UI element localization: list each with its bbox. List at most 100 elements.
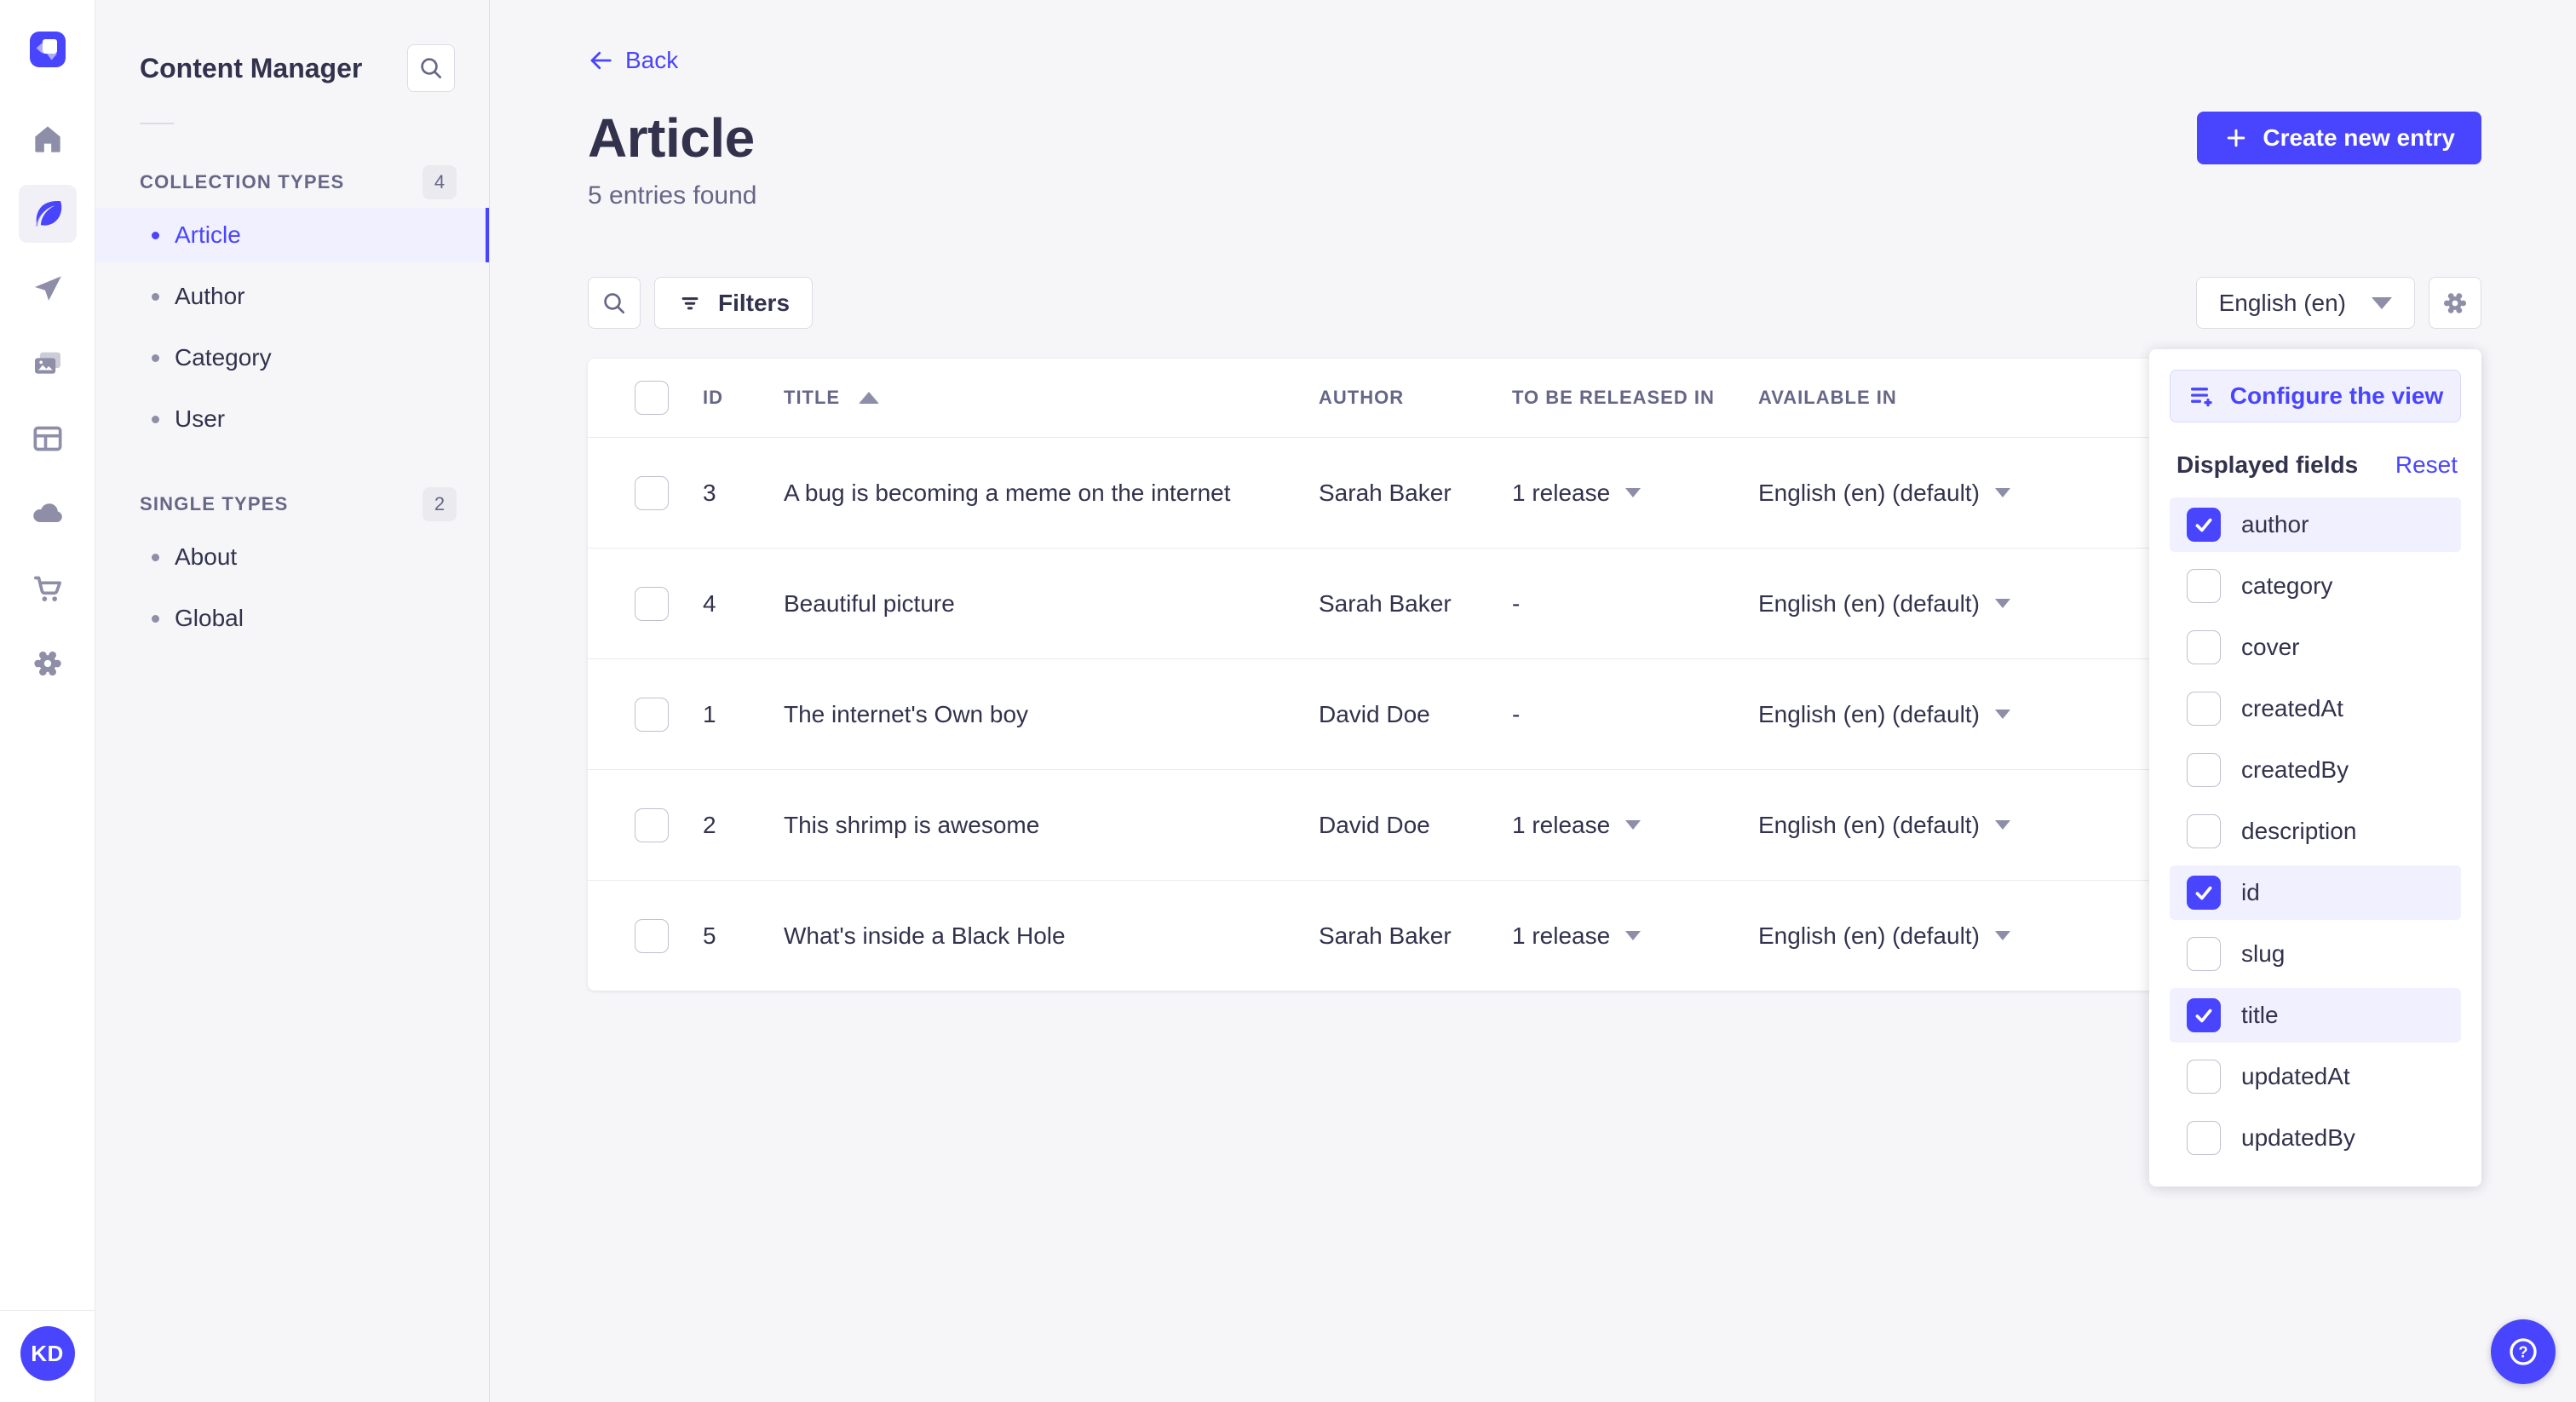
column-header-released[interactable]: TO BE RELEASED IN (1512, 387, 1758, 409)
row-checkbox[interactable] (635, 697, 669, 732)
column-header-id[interactable]: ID (703, 387, 784, 409)
field-option-updatedAt[interactable]: updatedAt (2170, 1049, 2461, 1104)
sidebar-search-button[interactable] (407, 44, 455, 92)
view-settings-button[interactable] (2429, 277, 2481, 329)
sidebar-item-category[interactable]: Category (95, 330, 489, 385)
create-entry-button[interactable]: Create new entry (2197, 112, 2481, 164)
field-option-cover[interactable]: cover (2170, 620, 2461, 675)
help-button[interactable]: ? (2491, 1319, 2556, 1384)
checkbox-icon[interactable] (2187, 998, 2221, 1032)
plus-icon (2228, 129, 2245, 147)
cell-author: Sarah Baker (1319, 479, 1452, 506)
reset-button[interactable]: Reset (2395, 451, 2458, 479)
filters-label: Filters (718, 289, 791, 316)
column-header-title[interactable]: TITLE (784, 387, 1319, 409)
deploy-button[interactable] (19, 485, 77, 543)
row-checkbox[interactable] (635, 918, 669, 953)
checkbox-icon[interactable] (2187, 876, 2221, 910)
home-icon (34, 126, 60, 152)
check-icon (2195, 518, 2212, 532)
row-checkbox[interactable] (635, 586, 669, 621)
sidebar-item-label: User (175, 405, 226, 432)
cloud-icon (32, 503, 62, 523)
sidebar-item-label: Article (175, 221, 241, 248)
field-option-slug[interactable]: slug (2170, 927, 2461, 981)
strapi-logo[interactable] (29, 32, 66, 67)
filters-button[interactable]: Filters (654, 277, 814, 329)
sidebar-item-label: Global (175, 605, 244, 631)
field-option-createdAt[interactable]: createdAt (2170, 681, 2461, 736)
back-label: Back (625, 47, 679, 73)
checkbox-icon[interactable] (2187, 692, 2221, 726)
field-option-id[interactable]: id (2170, 865, 2461, 920)
checkbox-icon[interactable] (2187, 814, 2221, 848)
chevron-down-icon[interactable] (1994, 710, 2010, 719)
releases-button[interactable] (19, 260, 77, 318)
cell-id: 5 (703, 922, 716, 949)
home-button[interactable] (19, 110, 77, 168)
strapi-logo-icon (36, 39, 57, 60)
collection-types-label: COLLECTION TYPES (140, 171, 345, 192)
marketplace-button[interactable] (19, 560, 77, 618)
sidebar-item-author[interactable]: Author (95, 269, 489, 324)
field-option-category[interactable]: category (2170, 559, 2461, 613)
configure-view-popover: Configure the view Displayed fields Rese… (2149, 349, 2481, 1187)
sidebar-item-global[interactable]: Global (95, 591, 489, 646)
sidebar-divider (140, 123, 174, 124)
back-link[interactable]: Back (588, 47, 678, 74)
sidebar-item-article[interactable]: Article (95, 208, 489, 262)
field-option-title[interactable]: title (2170, 988, 2461, 1043)
field-option-updatedBy[interactable]: updatedBy (2170, 1111, 2461, 1165)
gear-icon (2443, 292, 2467, 313)
sidebar-item-about[interactable]: About (95, 530, 489, 584)
chevron-down-icon[interactable] (1994, 599, 2010, 608)
settings-button[interactable] (19, 635, 77, 692)
user-avatar[interactable]: KD (20, 1326, 75, 1381)
row-checkbox[interactable] (635, 475, 669, 510)
chevron-down-icon[interactable] (1994, 488, 2010, 497)
check-icon (2195, 886, 2212, 900)
bullet-icon (152, 292, 159, 301)
sort-ascending-icon (859, 392, 880, 404)
list-plus-icon (2190, 388, 2212, 407)
rail-nav (18, 110, 77, 692)
chevron-down-icon[interactable] (1625, 820, 1642, 830)
chevron-down-icon[interactable] (1625, 931, 1642, 940)
field-option-author[interactable]: author (2170, 497, 2461, 552)
bullet-icon (152, 353, 159, 362)
checkbox-icon[interactable] (2187, 508, 2221, 542)
svg-text:?: ? (2518, 1342, 2527, 1360)
content-manager-icon (35, 201, 61, 227)
cell-author: Sarah Baker (1319, 922, 1452, 949)
paper-plane-icon (34, 276, 61, 301)
checkbox-icon[interactable] (2187, 1060, 2221, 1094)
locale-select[interactable]: English (en) (2195, 277, 2415, 329)
column-header-author[interactable]: AUTHOR (1319, 387, 1512, 409)
checkbox-icon[interactable] (2187, 569, 2221, 603)
configure-view-button[interactable]: Configure the view (2170, 370, 2461, 422)
checkbox-icon[interactable] (2187, 753, 2221, 787)
field-option-createdBy[interactable]: createdBy (2170, 743, 2461, 797)
table-search-button[interactable] (588, 277, 641, 329)
select-all-checkbox[interactable] (635, 381, 669, 415)
checkbox-icon[interactable] (2187, 937, 2221, 971)
media-library-button[interactable] (19, 335, 77, 393)
content-manager-sidebar: Content Manager COLLECTION TYPES 4 Artic… (95, 0, 490, 1402)
cell-title: The internet's Own boy (784, 700, 1029, 727)
field-option-description[interactable]: description (2170, 804, 2461, 859)
content-type-builder-button[interactable] (19, 410, 77, 468)
cell-released: - (1512, 700, 1521, 727)
search-icon (604, 292, 624, 313)
checkbox-icon[interactable] (2187, 630, 2221, 664)
sidebar-item-user[interactable]: User (95, 392, 489, 446)
chevron-down-icon[interactable] (1994, 931, 2010, 940)
help-icon: ? (2510, 1338, 2537, 1365)
chevron-down-icon (2372, 296, 2392, 309)
content-manager-button[interactable] (18, 185, 77, 243)
chevron-down-icon[interactable] (1625, 488, 1642, 497)
row-checkbox[interactable] (635, 807, 669, 842)
cell-id: 3 (703, 479, 716, 506)
checkbox-icon[interactable] (2187, 1121, 2221, 1155)
single-types-label: SINGLE TYPES (140, 493, 289, 514)
chevron-down-icon[interactable] (1994, 820, 2010, 830)
